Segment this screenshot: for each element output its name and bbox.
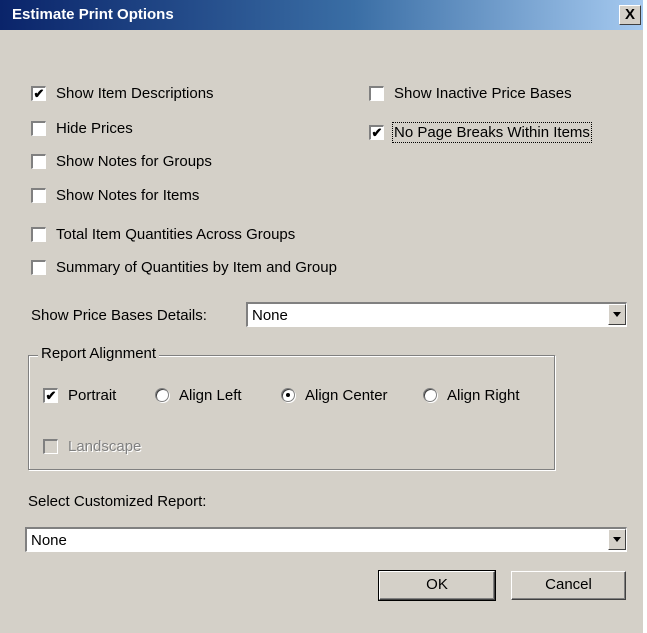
total-item-quantities-checkbox[interactable]: Total Item Quantities Across Groups bbox=[31, 223, 295, 245]
radio-dot[interactable] bbox=[155, 388, 169, 402]
show-notes-items-checkbox[interactable]: Show Notes for Items bbox=[31, 184, 199, 206]
checkbox-label: Show Notes for Items bbox=[56, 186, 200, 204]
radio-dot[interactable] bbox=[281, 388, 295, 402]
checkbox-box[interactable] bbox=[31, 153, 46, 169]
hide-prices-checkbox[interactable]: Hide Prices bbox=[31, 117, 133, 139]
checkbox-box[interactable] bbox=[369, 85, 384, 101]
checkbox-label: Hide Prices bbox=[56, 119, 133, 137]
checkbox-box[interactable] bbox=[31, 187, 46, 203]
checkbox-label: Landscape bbox=[68, 437, 142, 455]
landscape-checkbox: Landscape bbox=[43, 435, 141, 457]
checkbox-label: Show Item Descriptions bbox=[56, 84, 214, 102]
dropdown-arrow-icon[interactable] bbox=[608, 304, 626, 325]
price-bases-label: Show Price Bases Details: bbox=[31, 307, 207, 324]
checkbox-box[interactable]: ✔ bbox=[43, 387, 58, 403]
dropdown-value: None bbox=[252, 307, 288, 324]
checkbox-box[interactable] bbox=[31, 259, 46, 275]
align-left-radio[interactable]: Align Left bbox=[155, 384, 242, 406]
checkbox-box[interactable] bbox=[31, 120, 46, 136]
no-page-breaks-checkbox[interactable]: ✔ No Page Breaks Within Items bbox=[369, 121, 592, 143]
align-right-radio[interactable]: Align Right bbox=[423, 384, 520, 406]
dropdown-arrow-icon[interactable] bbox=[608, 529, 626, 550]
radio-label: Align Left bbox=[179, 386, 242, 404]
checkbox-label: Portrait bbox=[68, 386, 117, 404]
show-notes-groups-checkbox[interactable]: Show Notes for Groups bbox=[31, 150, 212, 172]
align-center-radio[interactable]: Align Center bbox=[281, 384, 388, 406]
checkbox-box[interactable] bbox=[31, 226, 46, 242]
dropdown-value: None bbox=[31, 532, 67, 549]
custom-report-dropdown[interactable]: None bbox=[25, 527, 627, 552]
window-title: Estimate Print Options bbox=[12, 6, 174, 23]
show-item-descriptions-checkbox[interactable]: ✔ Show Item Descriptions bbox=[31, 82, 214, 104]
checkbox-box bbox=[43, 438, 58, 454]
radio-label: Align Right bbox=[447, 386, 520, 404]
checkbox-label: Total Item Quantities Across Groups bbox=[56, 225, 296, 243]
portrait-checkbox[interactable]: ✔ Portrait bbox=[43, 384, 116, 406]
checkbox-label: No Page Breaks Within Items bbox=[392, 121, 592, 143]
cancel-button[interactable]: Cancel bbox=[511, 571, 626, 600]
checkbox-label: Show Notes for Groups bbox=[56, 152, 212, 170]
checkbox-label: Show Inactive Price Bases bbox=[394, 84, 572, 102]
title-bar: Estimate Print Options X bbox=[0, 0, 643, 30]
show-inactive-price-bases-checkbox[interactable]: Show Inactive Price Bases bbox=[369, 82, 572, 104]
price-bases-dropdown[interactable]: None bbox=[246, 302, 627, 327]
custom-report-label: Select Customized Report: bbox=[28, 493, 207, 510]
checkbox-box[interactable]: ✔ bbox=[31, 85, 46, 101]
radio-label: Align Center bbox=[305, 386, 388, 404]
estimate-print-options-dialog: Estimate Print Options X ✔ Show Item Des… bbox=[0, 0, 645, 633]
close-button[interactable]: X bbox=[619, 5, 641, 25]
checkbox-label: Summary of Quantities by Item and Group bbox=[56, 258, 337, 276]
summary-quantities-checkbox[interactable]: Summary of Quantities by Item and Group bbox=[31, 256, 337, 278]
group-legend: Report Alignment bbox=[38, 345, 160, 362]
ok-button[interactable]: OK bbox=[378, 570, 496, 601]
checkbox-box[interactable]: ✔ bbox=[369, 124, 384, 140]
radio-dot[interactable] bbox=[423, 388, 437, 402]
